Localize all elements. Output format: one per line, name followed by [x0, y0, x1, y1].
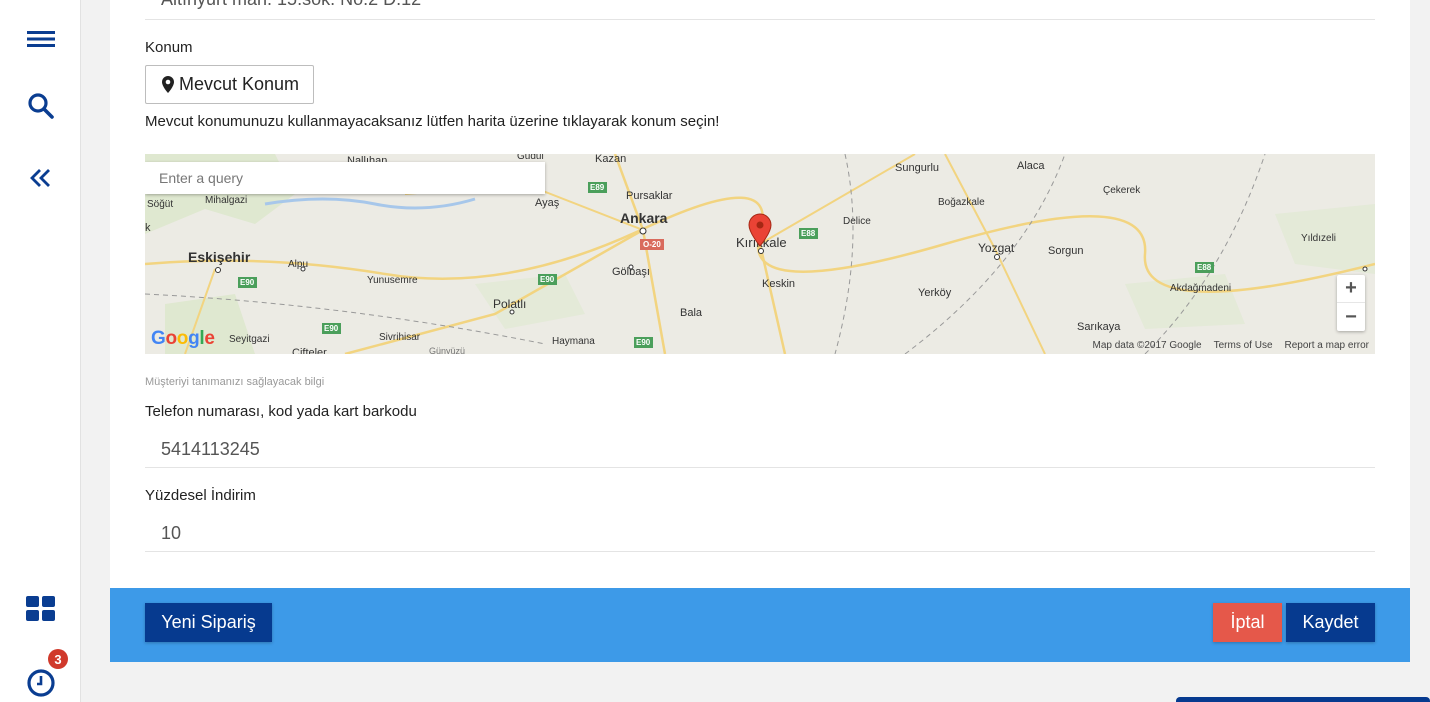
svg-text:Çekerek: Çekerek — [1103, 185, 1141, 196]
svg-text:E90: E90 — [636, 338, 651, 347]
cancel-button[interactable]: İptal — [1213, 603, 1282, 642]
location-map[interactable]: Nallıhan Gudul Kazan Sungurlu Alaca Miha… — [145, 154, 1375, 354]
location-hint: Mevcut konumunuzu kullanmayacaksanız lüt… — [145, 113, 720, 130]
svg-text:Sivrihisar: Sivrihisar — [379, 332, 421, 343]
discount-label: Yüzdesel İndirim — [145, 487, 256, 504]
svg-text:Günyüzü: Günyüzü — [429, 346, 465, 354]
svg-text:Gudul: Gudul — [517, 154, 544, 162]
svg-text:Mihalgazi: Mihalgazi — [205, 195, 247, 206]
map-zoom-control: + − — [1337, 275, 1365, 331]
report-map-error-link[interactable]: Report a map error — [1285, 340, 1369, 351]
map-attribution: Map data ©2017 Google Terms of Use Repor… — [1092, 340, 1369, 351]
google-logo: Google — [151, 328, 215, 349]
current-location-label: Mevcut Konum — [179, 74, 300, 94]
svg-text:Ankara: Ankara — [620, 210, 668, 226]
svg-text:Pursaklar: Pursaklar — [626, 190, 673, 202]
double-chevron-left-icon[interactable] — [24, 161, 58, 195]
svg-text:Sarıkaya: Sarıkaya — [1077, 321, 1121, 333]
svg-text:k: k — [145, 222, 151, 234]
svg-text:E90: E90 — [324, 324, 339, 333]
sidebar: 3 — [0, 0, 81, 702]
svg-text:Söğüt: Söğüt — [147, 199, 173, 210]
svg-text:E88: E88 — [1197, 263, 1212, 272]
svg-text:Delice: Delice — [843, 216, 871, 227]
zoom-in-button[interactable]: + — [1337, 275, 1365, 303]
map-marker-icon — [162, 76, 174, 93]
svg-text:Akdağmadeni: Akdağmadeni — [1170, 283, 1231, 294]
svg-text:Yunusemre: Yunusemre — [367, 275, 418, 286]
svg-text:Yerköy: Yerköy — [918, 287, 952, 299]
svg-text:E90: E90 — [240, 278, 255, 287]
road-label-e89: E89 — [590, 183, 605, 192]
svg-text:Boğazkale: Boğazkale — [938, 197, 985, 208]
bottom-panel-edge — [1176, 697, 1430, 702]
customer-hint: Müşteriyi tanımanızı sağlayacak bilgi — [145, 376, 325, 388]
map-data-credit: Map data ©2017 Google — [1092, 340, 1202, 351]
svg-text:Kazan: Kazan — [595, 154, 626, 165]
current-location-button[interactable]: Mevcut Konum — [145, 65, 314, 104]
svg-text:Yıldızeli: Yıldızeli — [1301, 233, 1336, 244]
discount-input[interactable] — [145, 516, 1375, 552]
new-order-button[interactable]: Yeni Sipariş — [145, 603, 272, 642]
svg-text:Haymana: Haymana — [552, 336, 595, 347]
clock-icon[interactable] — [24, 666, 58, 700]
svg-text:Alaca: Alaca — [1017, 160, 1045, 172]
phone-label: Telefon numarası, kod yada kart barkodu — [145, 403, 417, 420]
svg-text:Çifteler: Çifteler — [292, 347, 327, 354]
svg-text:Sorgun: Sorgun — [1048, 245, 1083, 257]
map-search-input[interactable] — [145, 162, 545, 194]
svg-text:Polatlı: Polatlı — [493, 297, 526, 311]
order-form-panel: Altınyurt mah. 15.sok. No.2 D.12 Konum M… — [110, 0, 1410, 588]
svg-text:Ayaş: Ayaş — [535, 197, 560, 209]
save-button[interactable]: Kaydet — [1286, 603, 1375, 642]
svg-text:Eskişehir: Eskişehir — [188, 249, 251, 265]
svg-text:Sungurlu: Sungurlu — [895, 162, 939, 174]
action-bar: Yeni Sipariş İptal Kaydet — [110, 588, 1410, 662]
zoom-out-button[interactable]: − — [1337, 303, 1365, 331]
phone-input[interactable] — [145, 432, 1375, 468]
svg-text:Seyitgazi: Seyitgazi — [229, 334, 270, 345]
svg-text:Keskin: Keskin — [762, 278, 795, 290]
svg-text:E88: E88 — [801, 229, 816, 238]
terms-of-use-link[interactable]: Terms of Use — [1214, 340, 1273, 351]
svg-text:Bala: Bala — [680, 307, 703, 319]
location-label: Konum — [145, 39, 193, 56]
hamburger-menu-icon[interactable] — [24, 22, 58, 56]
svg-text:O-20: O-20 — [643, 240, 661, 249]
grid-icon[interactable] — [24, 592, 58, 626]
address-field[interactable]: Altınyurt mah. 15.sok. No.2 D.12 — [145, 0, 1375, 20]
svg-text:E90: E90 — [540, 275, 555, 284]
svg-text:Yozgat: Yozgat — [978, 241, 1015, 255]
notification-badge: 3 — [48, 649, 68, 669]
search-icon[interactable] — [24, 89, 58, 123]
